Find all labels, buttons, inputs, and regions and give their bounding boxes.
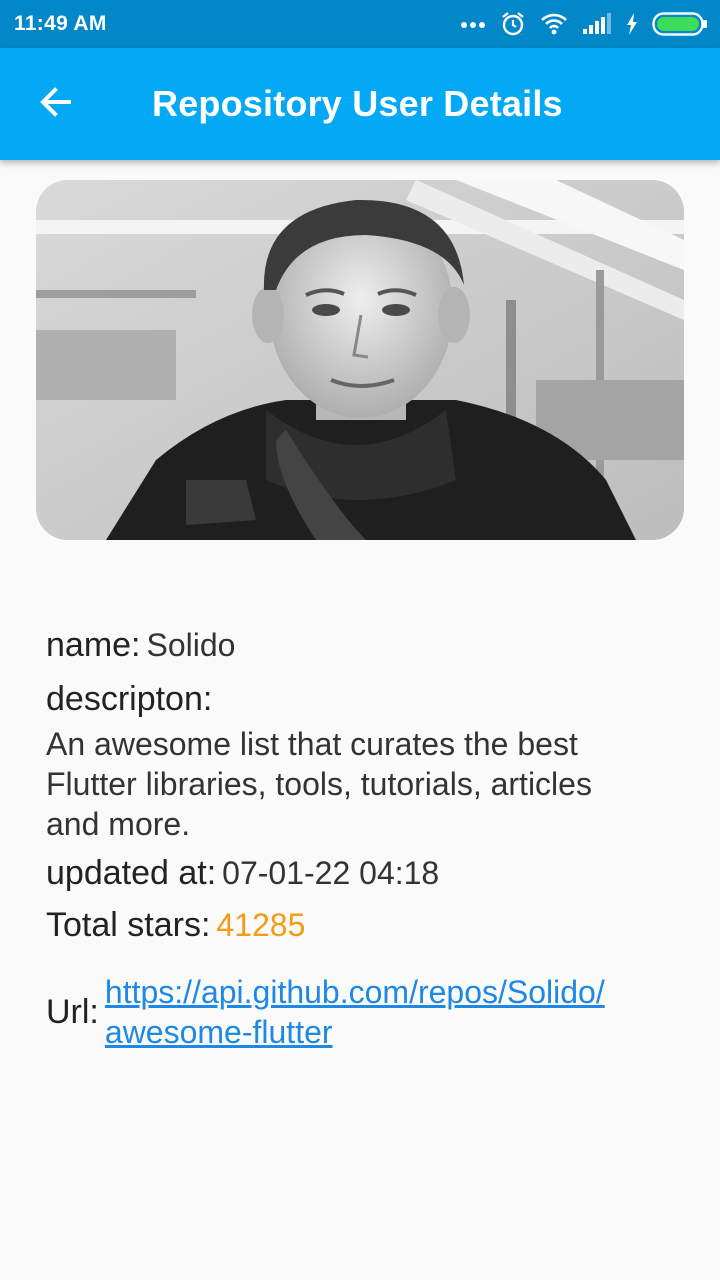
name-value: Solido — [146, 627, 236, 663]
name-row: name: Solido — [46, 626, 676, 672]
name-label: name: — [46, 626, 141, 664]
description-label: descripton: — [46, 680, 213, 718]
updated-label: updated at: — [46, 854, 217, 892]
more-dots-icon — [460, 19, 486, 29]
status-bar: 11:49 AM — [0, 0, 720, 48]
url-label: Url: — [46, 992, 99, 1031]
status-icons — [460, 11, 708, 37]
charging-icon — [626, 13, 638, 35]
stars-value: 41285 — [216, 907, 306, 943]
alarm-icon — [500, 11, 526, 37]
battery-icon — [652, 12, 708, 36]
url-row: Url: https://api.github.com/repos/Solido… — [46, 972, 676, 1052]
updated-value: 07-01-22 04:18 — [222, 855, 440, 891]
status-time: 11:49 AM — [14, 12, 107, 35]
url-line-1: https://api.github.com/repos/Solido/ — [104, 974, 605, 1010]
back-arrow-icon — [36, 82, 76, 127]
wifi-icon — [540, 13, 568, 35]
stars-row: Total stars: 41285 — [46, 906, 676, 958]
description-value: An awesome list that curates the best Fl… — [46, 726, 592, 842]
repository-url-link[interactable]: https://api.github.com/repos/Solido/ awe… — [105, 972, 675, 1052]
updated-row: updated at: 07-01-22 04:18 — [46, 854, 676, 904]
app-bar: Repository User Details — [0, 48, 720, 160]
stars-label: Total stars: — [46, 906, 211, 944]
page-title: Repository User Details — [152, 83, 563, 124]
signal-icon — [582, 13, 612, 35]
back-button[interactable] — [28, 76, 84, 132]
repository-details: name: Solido descripton: An awesome list… — [46, 626, 676, 1052]
user-avatar-photo — [36, 180, 684, 540]
url-line-2: awesome-flutter — [104, 1014, 333, 1050]
